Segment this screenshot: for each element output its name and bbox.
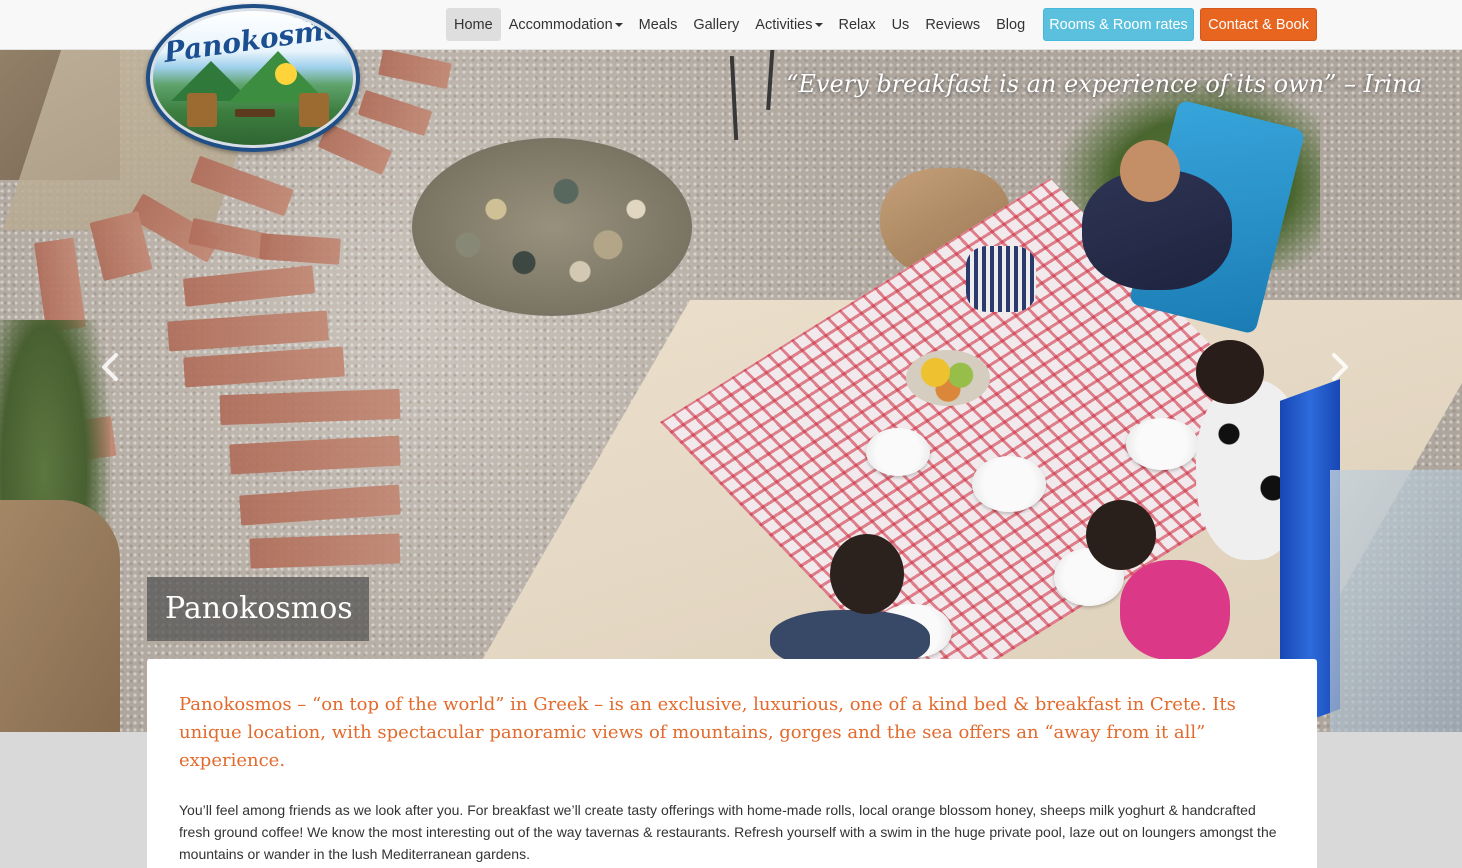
- nav-item-label: Gallery: [693, 16, 740, 33]
- caret-down-icon: [614, 22, 623, 27]
- nav-item-label: Activities: [755, 16, 813, 33]
- carousel-prev-button[interactable]: [98, 352, 122, 382]
- nav-item-home[interactable]: Home: [446, 8, 501, 41]
- chevron-left-icon: [102, 353, 118, 381]
- nav-item-label: Accommodation: [508, 16, 613, 33]
- contact-book-button[interactable]: Contact & Book: [1200, 8, 1317, 41]
- logo-chair: [299, 93, 329, 127]
- rooms-rates-button[interactable]: Rooms & Room rates: [1043, 8, 1194, 41]
- nav-item-label: Home: [454, 16, 493, 33]
- nav-item-blog[interactable]: Blog: [988, 8, 1033, 41]
- nav-item-label: Reviews: [925, 16, 981, 33]
- nav-item-relax[interactable]: Relax: [831, 8, 884, 41]
- nav-item-accommodation[interactable]: Accommodation: [501, 8, 631, 41]
- carousel-caption: Panokosmos: [147, 577, 369, 641]
- nav-item-us[interactable]: Us: [884, 8, 918, 41]
- caret-down-icon: [814, 22, 823, 27]
- sun-icon: [275, 63, 297, 85]
- intro-panel: Panokosmos – “on top of the world” in Gr…: [147, 659, 1317, 868]
- nav-item-gallery[interactable]: Gallery: [685, 8, 747, 41]
- nav-item-reviews[interactable]: Reviews: [917, 8, 988, 41]
- carousel-next-button[interactable]: [1328, 352, 1352, 382]
- intro-lead: Panokosmos – “on top of the world” in Gr…: [179, 694, 1236, 771]
- logo-chair: [187, 93, 217, 127]
- nav-item-label: Relax: [838, 16, 876, 33]
- logo-table: [235, 109, 275, 117]
- nav-item-label: Us: [891, 16, 910, 33]
- site-logo[interactable]: Panokosmos on top of the world: [146, 4, 360, 152]
- chevron-right-icon: [1332, 353, 1348, 381]
- main-nav: Home Accommodation Meals Gallery Activities R…: [446, 8, 1033, 41]
- nav-item-meals[interactable]: Meals: [631, 8, 686, 41]
- nav-item-activities[interactable]: Activities: [747, 8, 830, 41]
- logo-emblem: Panokosmos on top of the world: [150, 8, 356, 148]
- hero-quote: “Every breakfast is an experience of its…: [786, 70, 1422, 98]
- intro-body: You’ll feel among friends as we look aft…: [179, 802, 1277, 862]
- nav-item-label: Blog: [996, 16, 1026, 33]
- nav-item-label: Meals: [638, 16, 678, 33]
